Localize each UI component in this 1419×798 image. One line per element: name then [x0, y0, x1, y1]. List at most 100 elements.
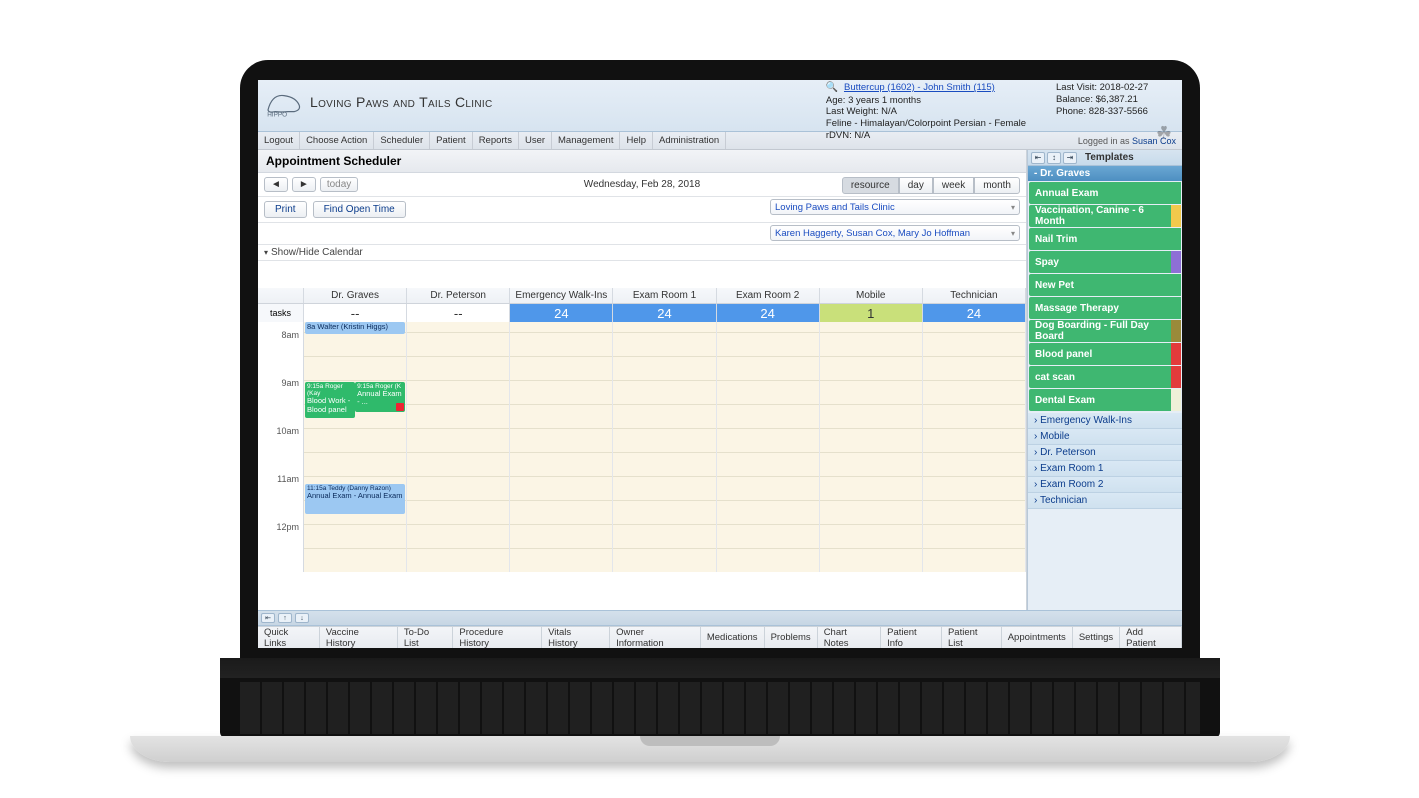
time-10am: 10am	[276, 426, 299, 436]
panel-collapse-left-icon[interactable]: ⇤	[1031, 152, 1045, 164]
tpl-nail-trim[interactable]: Nail Trim	[1029, 228, 1181, 250]
daycol-mobile[interactable]	[820, 322, 923, 572]
tpl-annual-exam[interactable]: Annual Exam	[1029, 182, 1181, 204]
daycol-exam2[interactable]	[717, 322, 820, 572]
tab-patient-info[interactable]: Patient Info	[881, 627, 942, 648]
date-label: Wednesday, Feb 28, 2018	[584, 179, 700, 190]
tpl-stripe	[1171, 366, 1181, 388]
today-button[interactable]: today	[320, 177, 358, 192]
patient-summary-left: 🔍 Buttercup (1602) - John Smith (115) Ag…	[826, 82, 1026, 142]
view-resource[interactable]: resource	[842, 177, 899, 194]
tpl-cat-scan[interactable]: cat scan	[1029, 366, 1181, 388]
count-exam1: 24	[613, 304, 716, 322]
col-peterson: Dr. Peterson	[407, 288, 510, 303]
leaf-icon: ☘	[1156, 122, 1172, 145]
appt-teddy[interactable]: 11:15a Teddy (Danny Razon) Annual Exam -…	[305, 484, 405, 514]
tab-problems[interactable]: Problems	[765, 627, 818, 648]
view-day[interactable]: day	[899, 177, 933, 194]
menu-user[interactable]: User	[519, 132, 552, 149]
group-exam1[interactable]: Exam Room 1	[1028, 461, 1182, 477]
tpl-boarding[interactable]: Dog Boarding - Full Day Board	[1029, 320, 1181, 342]
tpl-stripe	[1171, 343, 1181, 365]
tpl-spay[interactable]: Spay	[1029, 251, 1181, 273]
next-button[interactable]: ►	[292, 177, 316, 192]
show-hide-calendar[interactable]: ▾ Show/Hide Calendar	[258, 245, 1026, 261]
patient-link[interactable]: Buttercup (1602) - John Smith (115)	[844, 82, 995, 93]
clinic-dropdown[interactable]: Loving Paws and Tails Clinic ▾	[770, 199, 1020, 215]
tab-medications[interactable]: Medications	[701, 627, 765, 648]
menu-reports[interactable]: Reports	[473, 132, 519, 149]
tab-quick-links[interactable]: Quick Links	[258, 627, 320, 648]
tab-appointments[interactable]: Appointments	[1002, 627, 1073, 648]
daycol-emergency[interactable]	[510, 322, 613, 572]
view-week[interactable]: week	[933, 177, 974, 194]
daycol-peterson[interactable]	[407, 322, 510, 572]
tpl-dental[interactable]: Dental Exam	[1029, 389, 1181, 411]
menu-choose-action[interactable]: Choose Action	[300, 132, 374, 149]
panel-collapse-icon[interactable]: ↕	[1047, 152, 1061, 164]
view-month[interactable]: month	[974, 177, 1020, 194]
tab-vitals-history[interactable]: Vitals History	[542, 627, 610, 648]
tpl-vaccination[interactable]: Vaccination, Canine - 6 Month	[1029, 205, 1181, 227]
templates-title: Templates	[1085, 152, 1134, 163]
tab-owner-info[interactable]: Owner Information	[610, 627, 701, 648]
tpl-stripe	[1171, 320, 1181, 342]
screen-bezel: HIPPO Loving Paws and Tails Clinic 🔍 But…	[240, 60, 1200, 660]
tpl-label: Nail Trim	[1035, 234, 1077, 245]
tab-patient-list[interactable]: Patient List	[942, 627, 1002, 648]
daycol-exam1[interactable]	[613, 322, 716, 572]
patient-summary: 🔍 Buttercup (1602) - John Smith (115) Ag…	[826, 82, 1176, 142]
menu-logout[interactable]: Logout	[258, 132, 300, 149]
tpl-stripe	[1171, 389, 1181, 411]
tab-todo[interactable]: To-Do List	[398, 627, 454, 648]
scheduler-grid: Dr. Graves Dr. Peterson Emergency Walk-I…	[258, 288, 1026, 610]
tpl-blood-panel[interactable]: Blood panel	[1029, 343, 1181, 365]
app-screen: HIPPO Loving Paws and Tails Clinic 🔍 But…	[258, 80, 1182, 648]
panel-collapse-right-icon[interactable]: ⇥	[1063, 152, 1077, 164]
template-groups: Emergency Walk-Ins Mobile Dr. Peterson E…	[1028, 413, 1182, 509]
time-grid[interactable]: 8am 9am 10am 11am 12pm 8a Walter (Kristi…	[258, 322, 1026, 572]
staff-dropdown[interactable]: Karen Haggerty, Susan Cox, Mary Jo Hoffm…	[770, 225, 1020, 241]
daycol-graves[interactable]: 8a Walter (Kristin Higgs) 9:15a Roger (K…	[304, 322, 407, 572]
appt-roger-blood-body: Blood Work - Blood panel	[307, 397, 353, 414]
slide-left-icon[interactable]: ⇤	[261, 613, 275, 623]
slide-up-icon[interactable]: ↑	[278, 613, 292, 623]
tpl-stripe	[1171, 297, 1181, 319]
menu-patient[interactable]: Patient	[430, 132, 473, 149]
print-button[interactable]: Print	[264, 201, 307, 218]
group-mobile[interactable]: Mobile	[1028, 429, 1182, 445]
menu-management[interactable]: Management	[552, 132, 620, 149]
daycol-technician[interactable]	[923, 322, 1026, 572]
tab-chart-notes[interactable]: Chart Notes	[818, 627, 881, 648]
prev-button[interactable]: ◄	[264, 177, 288, 192]
tpl-massage[interactable]: Massage Therapy	[1029, 297, 1181, 319]
appt-roger-annual[interactable]: 9:15a Roger (K Annual Exam - ...	[355, 382, 405, 412]
clinic-name: Loving Paws and Tails Clinic	[310, 94, 492, 110]
menu-administration[interactable]: Administration	[653, 132, 726, 149]
tpl-new-pet[interactable]: New Pet	[1029, 274, 1181, 296]
accordion-graves[interactable]: - Dr. Graves	[1028, 166, 1182, 181]
templates-panel: ⇤ ↕ ⇥ Templates - Dr. Graves Annual Exam…	[1027, 150, 1182, 610]
tpl-stripe	[1171, 251, 1181, 273]
group-peterson[interactable]: Dr. Peterson	[1028, 445, 1182, 461]
appt-roger-blood[interactable]: 9:15a Roger (Kay Blood Work - Blood pane…	[305, 382, 355, 418]
tab-vaccine-history[interactable]: Vaccine History	[320, 627, 398, 648]
scheduler-pane: Appointment Scheduler ◄ ► today Wednesda…	[258, 150, 1027, 610]
group-technician[interactable]: Technician	[1028, 493, 1182, 509]
time-8am: 8am	[281, 330, 299, 340]
scheduler-toolbar: ◄ ► today Wednesday, Feb 28, 2018 resour…	[258, 173, 1026, 197]
slide-down-icon[interactable]: ↓	[295, 613, 309, 623]
col-graves: Dr. Graves	[304, 288, 407, 303]
header-blank	[258, 288, 304, 303]
menu-help[interactable]: Help	[620, 132, 653, 149]
group-emergency[interactable]: Emergency Walk-Ins	[1028, 413, 1182, 429]
menu-scheduler[interactable]: Scheduler	[374, 132, 430, 149]
appt-walter[interactable]: 8a Walter (Kristin Higgs)	[305, 322, 405, 334]
hippo-logo: HIPPO	[264, 84, 304, 120]
group-exam2[interactable]: Exam Room 2	[1028, 477, 1182, 493]
tab-add-patient[interactable]: Add Patient	[1120, 627, 1182, 648]
search-icon[interactable]: 🔍	[826, 82, 838, 93]
tab-procedure-history[interactable]: Procedure History	[453, 627, 542, 648]
find-open-time-button[interactable]: Find Open Time	[313, 201, 406, 218]
tab-settings[interactable]: Settings	[1073, 627, 1120, 648]
